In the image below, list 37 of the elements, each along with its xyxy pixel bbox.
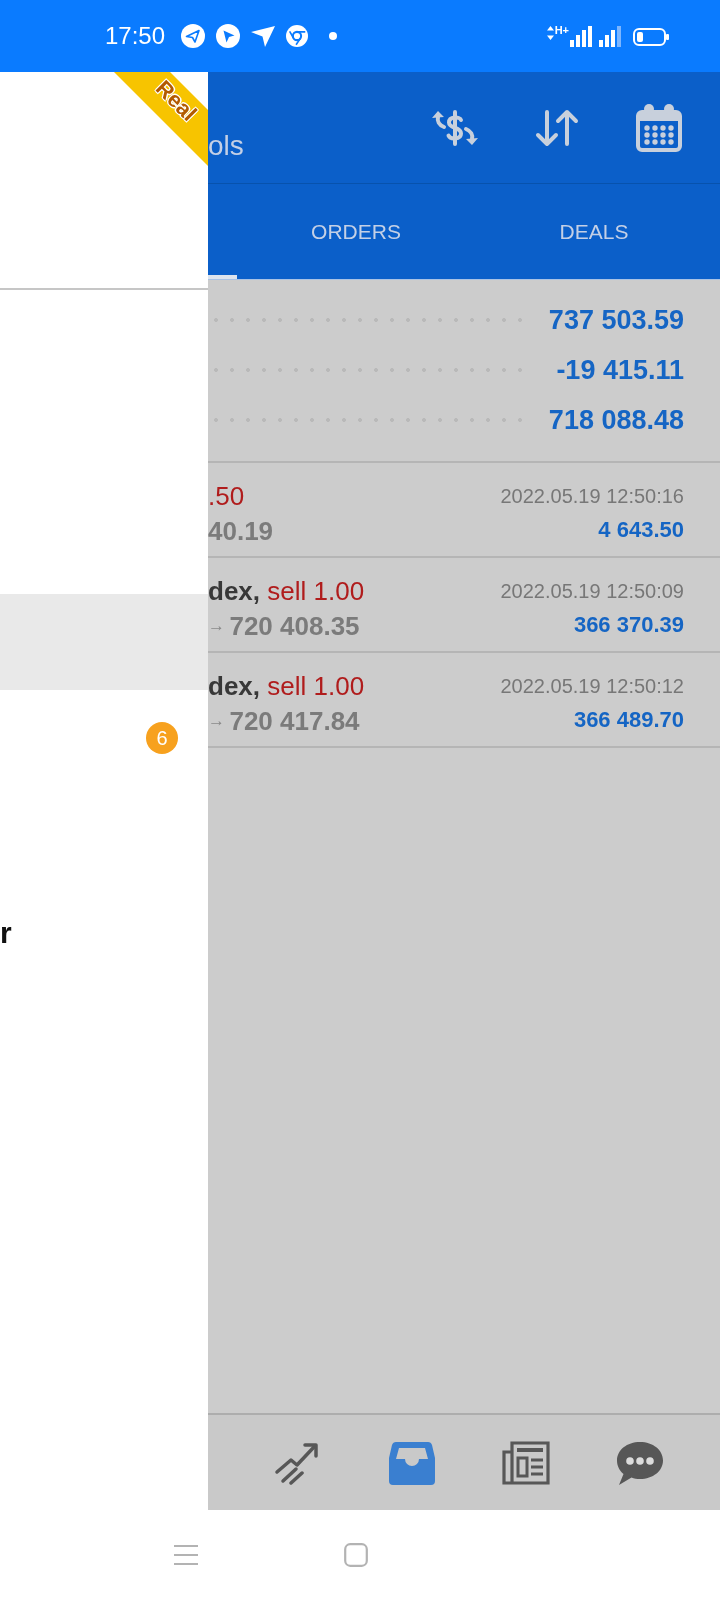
inbox-tray-icon[interactable] [388, 1440, 436, 1485]
paper-plane-icon [251, 24, 276, 48]
deal-title: .50 [208, 480, 246, 513]
square-icon[interactable] [344, 1543, 368, 1567]
deal-time: 2022.05.19 12:50:12 [500, 674, 684, 699]
newspaper-icon[interactable] [502, 1440, 550, 1485]
network-type: H+ [554, 25, 569, 36]
tab[interactable]: ORDERS [237, 184, 475, 279]
paper-plane-circle-icon [181, 24, 206, 48]
screen-title: ols [208, 131, 244, 161]
deal-price: → 720 417.84 [208, 704, 361, 737]
deal-title: dex, sell 1.00 [208, 670, 366, 703]
count-badge: 6 [146, 722, 178, 754]
data-arrows-icon [546, 26, 554, 40]
signal-bars-icon [570, 26, 592, 47]
menu-icon[interactable] [174, 1544, 198, 1566]
summary-value: -19 415.11 [556, 354, 684, 386]
chat-bubble-icon[interactable] [616, 1440, 664, 1485]
deal-price: 40.19 [208, 514, 275, 547]
deal-price: → 720 408.35 [208, 609, 361, 642]
ring-circle-icon [286, 25, 309, 47]
tab[interactable]: DEALS [475, 184, 713, 279]
deal-amount: 366 489.70 [572, 706, 684, 734]
calendar-icon[interactable] [635, 103, 683, 152]
section-title: r [0, 916, 12, 950]
deal-title: dex, sell 1.00 [208, 575, 366, 608]
deal-amount: 4 643.50 [597, 516, 684, 544]
cursor-circle-icon [216, 24, 241, 48]
summary-value: 737 503.59 [548, 304, 684, 336]
battery-icon [633, 28, 669, 46]
deal-time: 2022.05.19 12:50:09 [500, 579, 684, 604]
dot-icon [329, 32, 338, 40]
summary-value: 718 088.48 [548, 404, 684, 436]
deal-amount: 366 370.39 [572, 611, 684, 639]
status-time: 17:50 [105, 22, 166, 50]
signal-bars-icon [599, 26, 621, 47]
deal-time: 2022.05.19 12:50:16 [500, 484, 684, 509]
